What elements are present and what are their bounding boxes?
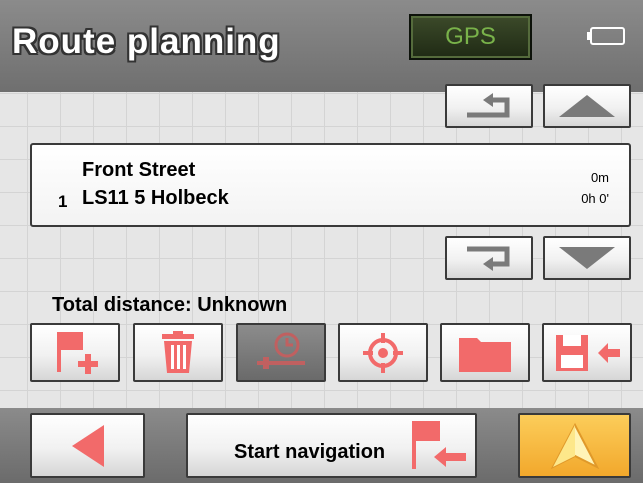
save-route-button[interactable] — [542, 323, 632, 382]
route-list-item[interactable]: 1 Front Street LS11 5 Holbeck 0m 0h 0' — [30, 143, 631, 227]
scroll-down-button[interactable] — [543, 236, 631, 280]
back-arrow-icon — [71, 424, 104, 467]
start-navigation-label: Start navigation — [234, 441, 386, 463]
arrow-up-icon — [559, 95, 615, 117]
navigation-arrow-icon — [550, 422, 599, 469]
route-item-street: Front Street — [82, 159, 196, 181]
start-navigation-flag-icon — [412, 421, 466, 469]
route-item-distance: 0m — [590, 170, 609, 185]
delete-icon — [162, 330, 194, 373]
arrow-down-icon — [559, 247, 615, 269]
total-distance-label: Total distance: Unknown — [52, 294, 288, 316]
delete-button[interactable] — [133, 323, 223, 382]
set-target-button[interactable] — [338, 323, 428, 382]
redo-arrow-icon — [467, 246, 510, 271]
gps-status-badge: GPS — [409, 14, 532, 60]
route-options-icon — [257, 332, 305, 369]
add-destination-icon — [57, 331, 98, 374]
start-navigation-button[interactable]: Start navigation — [186, 413, 477, 478]
target-icon — [363, 332, 403, 373]
open-route-button[interactable] — [440, 323, 530, 382]
undo-arrow-icon — [467, 93, 510, 118]
save-route-icon — [556, 334, 620, 371]
header-bar: Route planning GPS — [0, 0, 643, 92]
back-button[interactable] — [30, 413, 145, 478]
page-title: Route planning — [12, 22, 281, 61]
show-map-button[interactable] — [518, 413, 631, 478]
route-item-city: LS11 5 Holbeck — [82, 187, 229, 209]
route-planning-screen: Route planning GPS 1 Front Street LS11 5… — [0, 0, 643, 483]
route-item-time: 0h 0' — [581, 191, 609, 206]
folder-icon — [459, 337, 511, 372]
route-options-button[interactable] — [236, 323, 326, 382]
redo-button[interactable] — [445, 236, 533, 280]
add-destination-button[interactable] — [30, 323, 120, 382]
route-item-index: 1 — [58, 192, 68, 211]
undo-button[interactable] — [445, 84, 533, 128]
battery-icon — [587, 27, 625, 45]
scroll-up-button[interactable] — [543, 84, 631, 128]
